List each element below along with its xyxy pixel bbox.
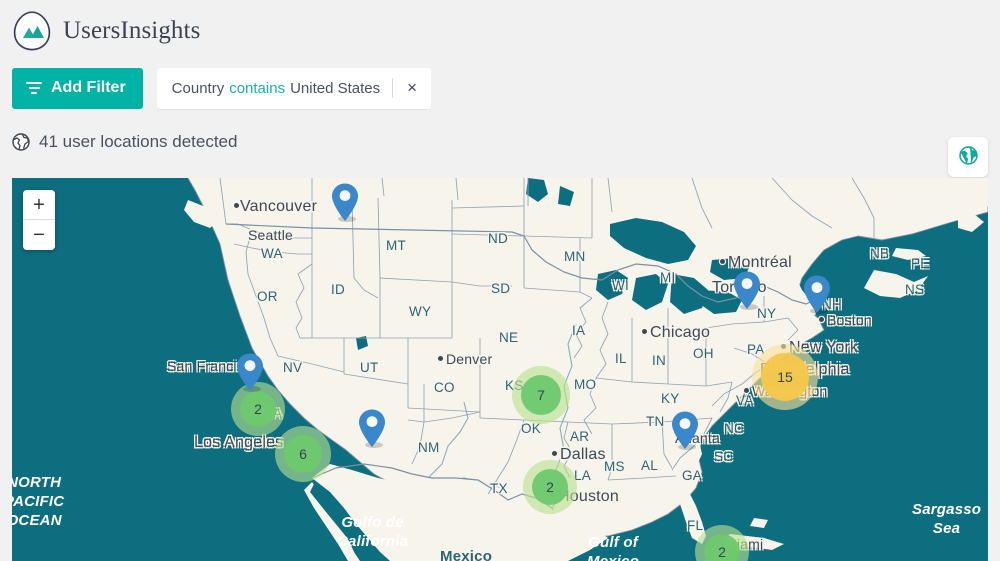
pin-toronto[interactable] — [732, 270, 762, 312]
mountain-logo-icon — [10, 9, 54, 53]
cluster-dallas[interactable]: 2 — [523, 460, 577, 514]
pin-arizona[interactable] — [357, 408, 387, 450]
filter-chip-value: United States — [290, 79, 381, 97]
pin-sanfrancisco[interactable] — [235, 352, 265, 394]
city-dot — [234, 203, 239, 208]
city-dot — [720, 259, 725, 264]
cluster-philadelphia[interactable]: 15 — [752, 344, 818, 410]
cluster-count: 2 — [254, 401, 262, 417]
app-root: UsersInsights Add Filter Country contain… — [0, 0, 1000, 561]
globe-icon — [958, 146, 978, 168]
add-filter-button[interactable]: Add Filter — [12, 67, 143, 109]
add-filter-label: Add Filter — [51, 79, 126, 96]
zoom-out-button[interactable]: − — [23, 220, 55, 250]
status-text: 41 user locations detected — [39, 132, 238, 151]
close-icon[interactable]: × — [393, 68, 431, 109]
city-dot — [438, 356, 443, 361]
zoom-in-button[interactable]: + — [23, 190, 55, 220]
city-dot — [819, 317, 824, 322]
status-row: 41 user locations detected — [0, 108, 1000, 156]
city-dot — [552, 451, 557, 456]
cluster-count: 15 — [777, 369, 793, 385]
cluster-kansas[interactable]: 7 — [512, 366, 570, 424]
cluster-count: 2 — [718, 544, 726, 560]
filter-chip-country[interactable]: Country contains United States × — [156, 67, 432, 109]
cluster-count: 2 — [546, 479, 554, 495]
filter-chip-operator: contains — [229, 79, 286, 97]
filter-bar: Add Filter Country contains United State… — [0, 52, 1000, 109]
pin-idaho[interactable] — [330, 182, 360, 224]
funnel-icon — [26, 81, 42, 95]
map-zoom-control[interactable]: + − — [23, 190, 55, 250]
filter-chip-field: Country — [171, 79, 225, 97]
pin-newhampshire[interactable] — [802, 274, 832, 316]
city-dot — [744, 388, 749, 393]
map-geography — [12, 178, 988, 561]
cluster-count: 6 — [299, 446, 307, 462]
user-locations-map[interactable]: + − MT ND SD MN WI MI ID WY OR WA NV UT CO NE IA IL IN OH… — [12, 178, 988, 561]
map-view-toggle-button[interactable] — [948, 137, 988, 177]
pin-atlanta[interactable] — [670, 410, 700, 452]
cluster-count: 7 — [537, 387, 545, 403]
cluster-losangeles[interactable]: 6 — [275, 426, 331, 482]
globe-icon — [12, 133, 30, 151]
brand-name: UsersInsights — [63, 17, 201, 44]
app-header: UsersInsights — [0, 0, 1000, 52]
city-dot — [642, 329, 647, 334]
